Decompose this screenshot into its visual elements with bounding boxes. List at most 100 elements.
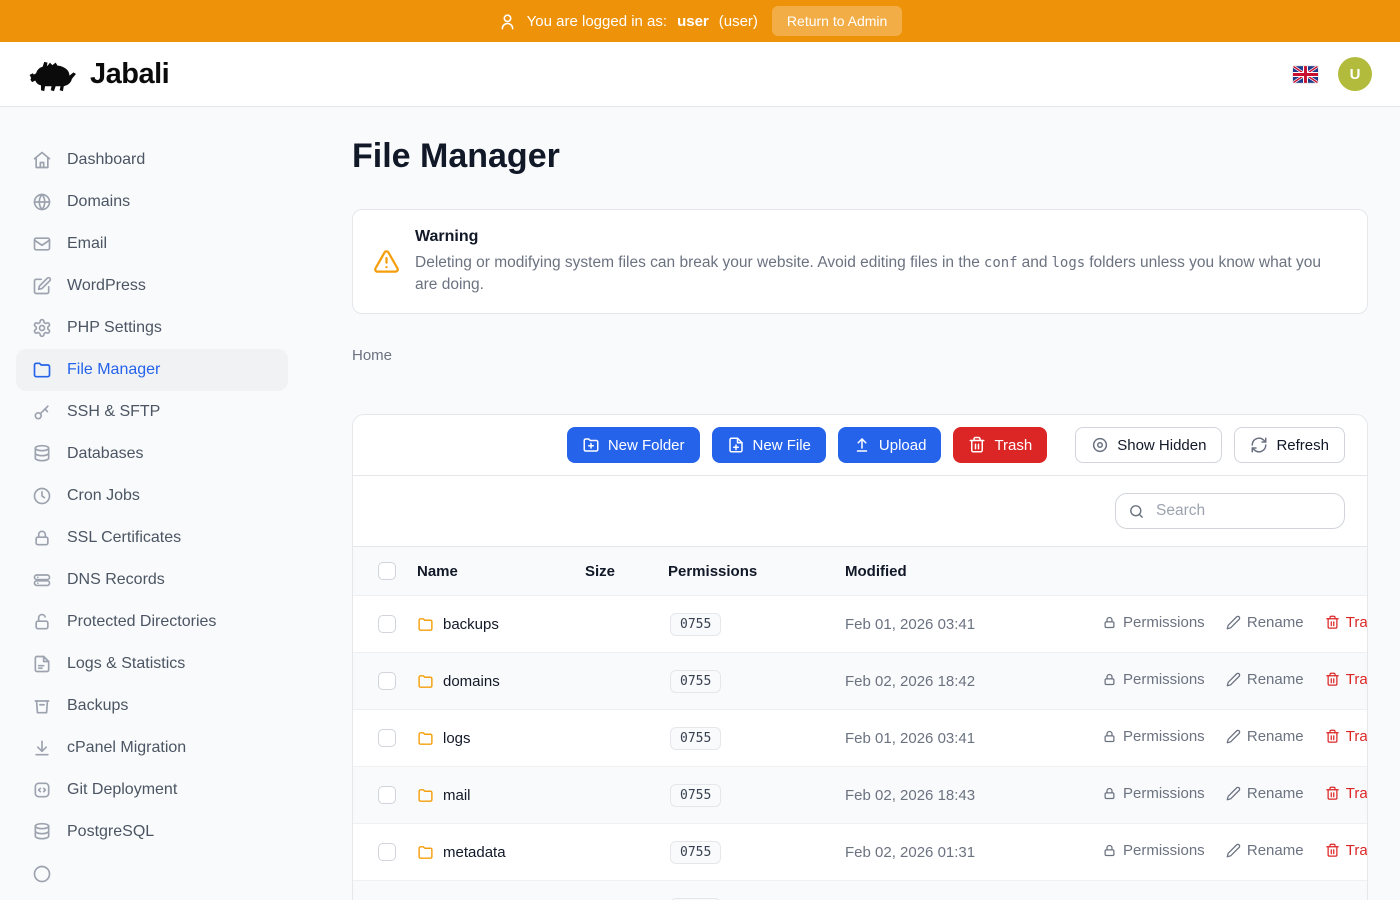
return-to-admin-button[interactable]: Return to Admin [772,6,902,36]
trash-action-label: Trash [1346,842,1368,859]
sidebar-item-databases[interactable]: Databases [16,433,288,475]
row-permissions-action[interactable]: Permissions [1102,728,1205,745]
modified-cell [845,881,1085,900]
sidebar-item-label: Backups [67,697,128,715]
download-icon [32,738,52,758]
trash-icon [968,436,986,454]
row-checkbox[interactable] [378,729,396,747]
file-name-link[interactable]: metadata [443,844,506,861]
files-table: Name Size Permissions Modified backups 0… [353,546,1367,900]
sidebar-item-cpanel-migration[interactable]: cPanel Migration [16,727,288,769]
row-trash-action[interactable]: Trash [1325,728,1368,745]
sidebar-item-partial[interactable] [16,853,288,895]
sidebar-item-postgresql[interactable]: PostgreSQL [16,811,288,853]
row-checkbox[interactable] [378,786,396,804]
code-icon [32,780,52,800]
select-all-checkbox[interactable] [378,562,396,580]
row-rename-action[interactable]: Rename [1226,842,1304,859]
rename-action-label: Rename [1247,614,1304,631]
row-permissions-action[interactable]: Permissions [1102,842,1205,859]
uk-flag-icon[interactable] [1293,66,1318,83]
trash-action-label: Trash [1346,671,1368,688]
sidebar-item-file-manager[interactable]: File Manager [16,349,288,391]
row-actions: Permissions Rename Trash [1085,881,1367,900]
sidebar-item-backups[interactable]: Backups [16,685,288,727]
warning-code-conf: conf [984,255,1018,271]
impersonation-bar: You are logged in as: user (user) Return… [0,0,1400,42]
folder-icon [417,673,434,690]
breadcrumb-home-link[interactable]: Home [352,347,392,364]
sidebar-item-label: SSH & SFTP [67,403,160,421]
breadcrumb: Home [352,347,1368,364]
refresh-button[interactable]: Refresh [1234,427,1345,463]
row-rename-action[interactable]: Rename [1226,614,1304,631]
sidebar-item-email[interactable]: Email [16,223,288,265]
file-toolbar: New Folder New File Upload Trash Show Hi… [353,415,1367,476]
impersonation-message: You are logged in as: user (user) [498,12,758,31]
rename-action-label: Rename [1247,728,1304,745]
upload-button[interactable]: Upload [838,427,942,463]
sidebar-item-php-settings[interactable]: PHP Settings [16,307,288,349]
warning-text-part: and [1022,254,1048,271]
row-checkbox[interactable] [378,843,396,861]
sidebar-item-label: cPanel Migration [67,739,186,757]
clock-icon [32,486,52,506]
rename-action-label: Rename [1247,785,1304,802]
file-name-link[interactable]: mail [443,787,471,804]
logged-in-username: user [677,13,709,30]
row-permissions-action[interactable]: Permissions [1102,785,1205,802]
pencil-icon [1226,672,1241,687]
sidebar-item-label: Email [67,235,107,253]
sidebar-item-protected-directories[interactable]: Protected Directories [16,601,288,643]
trash-label: Trash [994,437,1032,454]
sidebar-item-cron-jobs[interactable]: Cron Jobs [16,475,288,517]
permissions-action-label: Permissions [1123,842,1205,859]
row-rename-action[interactable]: Rename [1226,785,1304,802]
trash-icon [1325,729,1340,744]
file-size-cell [585,824,668,881]
sidebar-item-label: DNS Records [67,571,165,589]
sidebar-item-ssl-certificates[interactable]: SSL Certificates [16,517,288,559]
search-input[interactable] [1154,501,1332,521]
row-trash-action[interactable]: Trash [1325,671,1368,688]
sidebar-item-wordpress[interactable]: WordPress [16,265,288,307]
row-checkbox[interactable] [378,615,396,633]
sidebar-item-dns-records[interactable]: DNS Records [16,559,288,601]
row-checkbox[interactable] [378,672,396,690]
row-permissions-action[interactable]: Permissions [1102,614,1205,631]
row-permissions-action[interactable]: Permissions [1102,671,1205,688]
brand-logo[interactable]: Jabali [28,56,169,92]
row-rename-action[interactable]: Rename [1226,671,1304,688]
row-trash-action[interactable]: Trash [1325,842,1368,859]
sidebar-item-logs-statistics[interactable]: Logs & Statistics [16,643,288,685]
modified-cell: Feb 02, 2026 01:31 [845,824,1085,881]
new-file-button[interactable]: New File [712,427,826,463]
file-name-link[interactable]: logs [443,730,471,747]
column-header-name: Name [405,547,585,596]
trash-button[interactable]: Trash [953,427,1047,463]
sidebar-item-dashboard[interactable]: Dashboard [16,139,288,181]
warning-text: Deleting or modifying system files can b… [415,252,1347,295]
show-hidden-button[interactable]: Show Hidden [1075,427,1222,463]
new-folder-label: New Folder [608,437,685,454]
row-rename-action[interactable]: Rename [1226,728,1304,745]
file-name-link[interactable]: backups [443,616,499,633]
file-name-link[interactable]: domains [443,673,500,690]
new-folder-button[interactable]: New Folder [567,427,700,463]
lock-icon [1102,843,1117,858]
user-avatar[interactable]: U [1338,57,1372,91]
folder-icon [32,360,52,380]
sidebar-item-label: SSL Certificates [67,529,181,547]
app-header: Jabali U [0,42,1400,107]
folder-icon [417,730,434,747]
sidebar-item-ssh-sftp[interactable]: SSH & SFTP [16,391,288,433]
row-trash-action[interactable]: Trash [1325,785,1368,802]
sidebar-item-label: Cron Jobs [67,487,140,505]
sidebar-item-domains[interactable]: Domains [16,181,288,223]
gear-icon [32,318,52,338]
permissions-badge: 0755 [670,613,721,636]
sidebar-item-git-deployment[interactable]: Git Deployment [16,769,288,811]
row-trash-action[interactable]: Trash [1325,614,1368,631]
person-icon [498,12,517,31]
key-icon [32,402,52,422]
